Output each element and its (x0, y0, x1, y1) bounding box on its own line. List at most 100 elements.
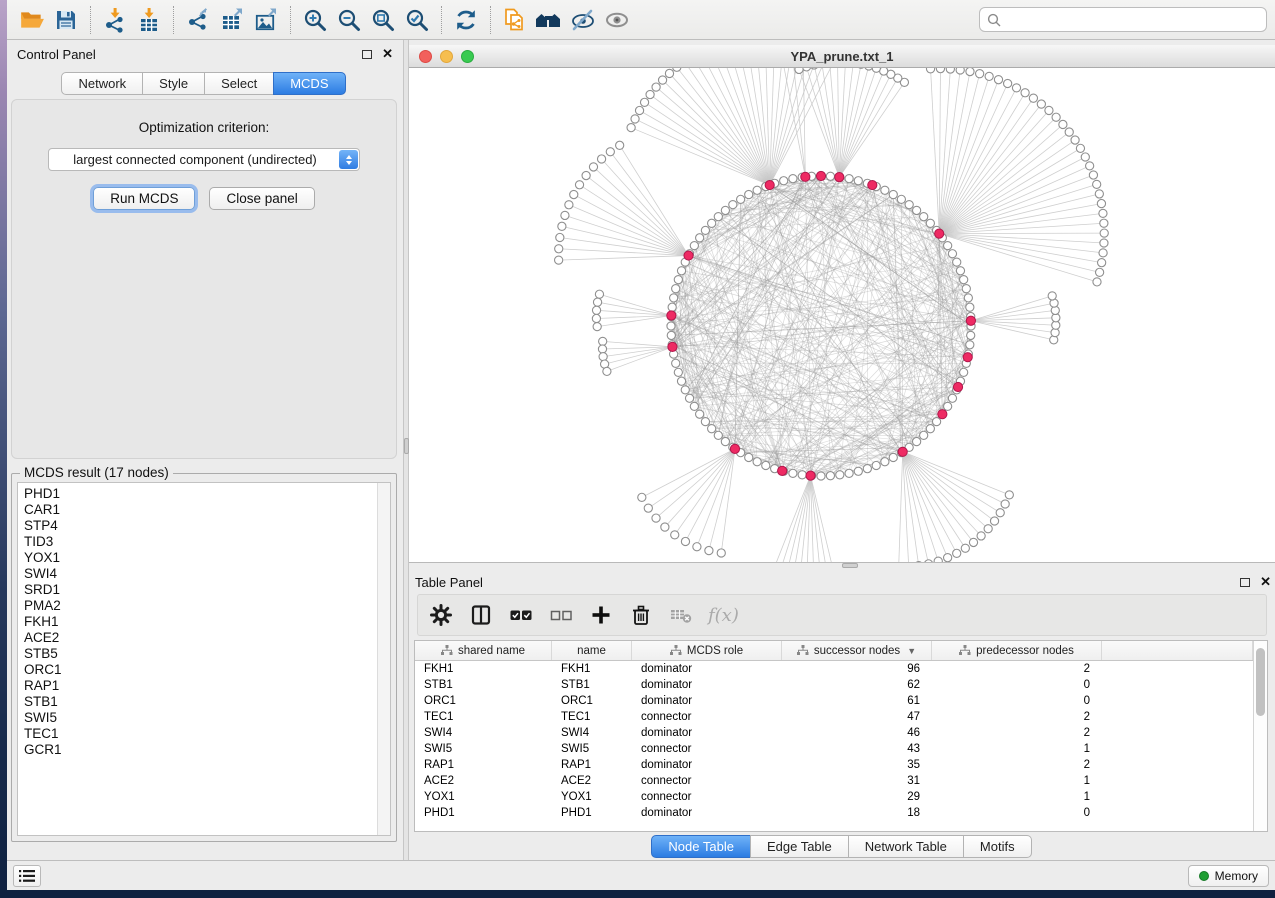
function-builder-icon-disabled: f(x) (708, 605, 739, 626)
result-node-item[interactable]: SWI5 (24, 710, 374, 726)
tab-network[interactable]: Network (61, 72, 143, 95)
zoom-fit-icon[interactable] (366, 4, 400, 36)
zoom-out-icon[interactable] (332, 4, 366, 36)
table-cell: SWI4 (415, 725, 552, 741)
result-node-item[interactable]: STB5 (24, 646, 374, 662)
toolbar-separator (441, 6, 442, 34)
result-node-item[interactable]: STB1 (24, 694, 374, 710)
export-table-icon[interactable] (215, 4, 249, 36)
task-history-button[interactable] (13, 865, 41, 887)
network-title-bar[interactable]: YPA_prune.txt_1 (409, 45, 1275, 68)
copy-network-icon[interactable] (498, 4, 532, 36)
table-cell: connector (632, 709, 782, 725)
table-cell: 29 (782, 789, 932, 805)
first-neighbors-icon[interactable] (532, 4, 566, 36)
column-header-predecessor-nodes[interactable]: predecessor nodes (932, 641, 1102, 660)
network-graph[interactable] (409, 68, 1272, 562)
show-all-eye-icon[interactable] (600, 4, 634, 36)
result-node-item[interactable]: RAP1 (24, 678, 374, 694)
close-panel-icon[interactable]: ✕ (1260, 577, 1271, 587)
hide-selected-eye-icon[interactable] (566, 4, 600, 36)
table-cell: 1 (932, 789, 1102, 805)
tab-style[interactable]: Style (142, 72, 205, 95)
deselect-all-rows-icon[interactable] (548, 602, 574, 628)
result-node-item[interactable]: PHD1 (24, 486, 374, 502)
show-columns-icon[interactable] (468, 602, 494, 628)
table-row[interactable]: RAP1RAP1dominator352 (415, 757, 1253, 773)
zoom-selected-icon[interactable] (400, 4, 434, 36)
table-cell: connector (632, 741, 782, 757)
result-node-item[interactable]: SWI4 (24, 566, 374, 582)
criterion-dropdown[interactable]: largest connected component (undirected) (48, 148, 360, 171)
dropdown-stepper-icon (339, 150, 358, 169)
table-row[interactable]: ACE2ACE2connector311 (415, 773, 1253, 789)
result-node-item[interactable]: FKH1 (24, 614, 374, 630)
tab-edge-table[interactable]: Edge Table (750, 835, 849, 858)
result-node-item[interactable]: PMA2 (24, 598, 374, 614)
result-node-item[interactable]: TID3 (24, 534, 374, 550)
tab-node-table[interactable]: Node Table (651, 835, 751, 858)
save-session-icon[interactable] (49, 4, 83, 36)
result-node-item[interactable]: ORC1 (24, 662, 374, 678)
import-table-icon[interactable] (132, 4, 166, 36)
table-row[interactable]: PHD1PHD1dominator180 (415, 805, 1253, 821)
horizontal-splitter[interactable] (409, 563, 1275, 568)
result-node-item[interactable]: GCR1 (24, 742, 374, 758)
zoom-in-icon[interactable] (298, 4, 332, 36)
tab-mcds[interactable]: MCDS (273, 72, 345, 95)
table-row[interactable]: FKH1FKH1dominator962 (415, 661, 1253, 677)
search-box[interactable] (979, 7, 1267, 32)
import-network-icon[interactable] (98, 4, 132, 36)
tab-motifs[interactable]: Motifs (963, 835, 1032, 858)
open-file-icon[interactable] (15, 4, 49, 36)
table-row[interactable]: STB1STB1dominator620 (415, 677, 1253, 693)
float-panel-icon[interactable] (362, 50, 372, 59)
result-node-item[interactable]: ACE2 (24, 630, 374, 646)
close-panel-button[interactable]: Close panel (209, 187, 314, 210)
table-row[interactable]: SWI4SWI4dominator462 (415, 725, 1253, 741)
column-header-successor-nodes[interactable]: successor nodes▼ (782, 641, 932, 660)
result-node-item[interactable]: STP4 (24, 518, 374, 534)
toolbar-separator (290, 6, 291, 34)
table-cell: 0 (932, 693, 1102, 709)
table-row[interactable]: YOX1YOX1connector291 (415, 789, 1253, 805)
column-header-MCDS-role[interactable]: MCDS role (632, 641, 782, 660)
export-network-icon[interactable] (181, 4, 215, 36)
result-node-item[interactable]: TEC1 (24, 726, 374, 742)
mcds-result-list[interactable]: PHD1CAR1STP4TID3YOX1SWI4SRD1PMA2FKH1ACE2… (17, 482, 391, 836)
create-column-plus-icon[interactable] (588, 602, 614, 628)
table-cell: ACE2 (415, 773, 552, 789)
delete-columns-trash-icon[interactable] (628, 602, 654, 628)
table-settings-gear-icon[interactable] (428, 602, 454, 628)
table-scrollbar[interactable] (1253, 641, 1267, 831)
table-cell: dominator (632, 661, 782, 677)
run-mcds-button[interactable]: Run MCDS (93, 187, 195, 210)
column-header-name[interactable]: name (552, 641, 632, 660)
tab-network-table[interactable]: Network Table (848, 835, 964, 858)
result-scrollbar-track[interactable] (377, 483, 390, 835)
search-input[interactable] (1007, 13, 1259, 27)
close-panel-icon[interactable]: ✕ (382, 49, 393, 59)
table-cell: ACE2 (552, 773, 632, 789)
table-row[interactable]: TEC1TEC1connector472 (415, 709, 1253, 725)
table-row[interactable]: SWI5SWI5connector431 (415, 741, 1253, 757)
refresh-icon[interactable] (449, 4, 483, 36)
result-node-item[interactable]: SRD1 (24, 582, 374, 598)
network-window: YPA_prune.txt_1 (409, 45, 1275, 563)
network-canvas[interactable] (409, 68, 1275, 562)
table-cell: dominator (632, 757, 782, 773)
table-cell: 46 (782, 725, 932, 741)
export-image-icon[interactable] (249, 4, 283, 36)
select-all-rows-icon[interactable] (508, 602, 534, 628)
scrollbar-thumb[interactable] (1256, 648, 1265, 716)
table-cell: STB1 (415, 677, 552, 693)
result-node-item[interactable]: YOX1 (24, 550, 374, 566)
control-panel-tabs: NetworkStyleSelectMCDS (62, 72, 345, 95)
table-row[interactable]: ORC1ORC1dominator610 (415, 693, 1253, 709)
splitter-grip[interactable] (842, 563, 858, 568)
memory-button[interactable]: Memory (1188, 865, 1269, 887)
float-panel-icon[interactable] (1240, 578, 1250, 587)
column-header-shared-name[interactable]: shared name (415, 641, 552, 660)
tab-select[interactable]: Select (204, 72, 274, 95)
result-node-item[interactable]: CAR1 (24, 502, 374, 518)
